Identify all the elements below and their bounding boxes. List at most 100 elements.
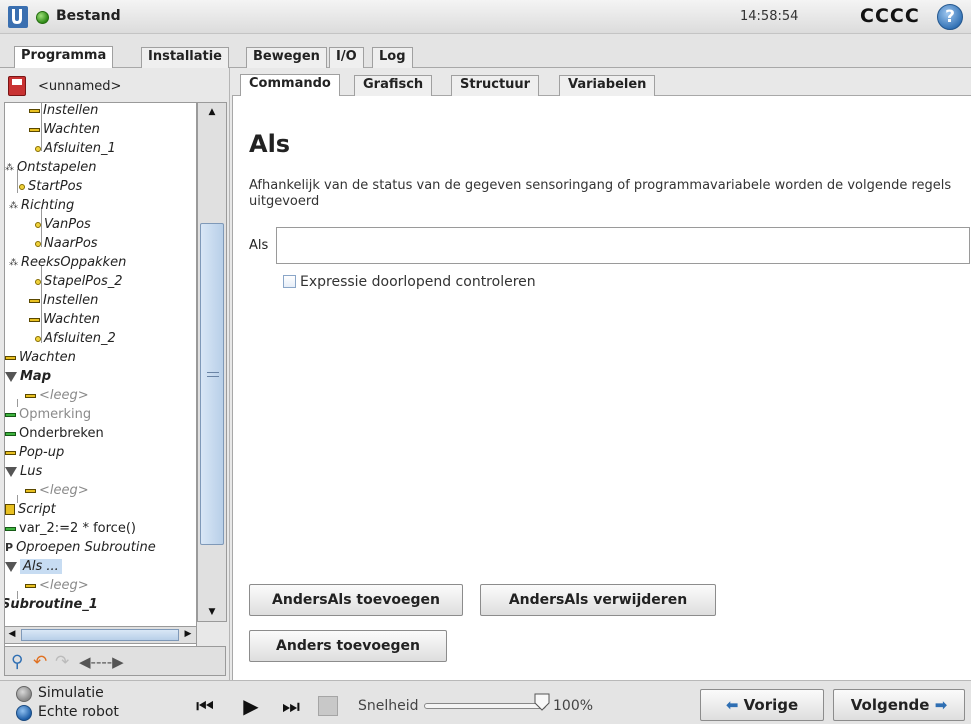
command-panel: Commando Grafisch Structuur Variabelen A… xyxy=(232,68,971,680)
rewind-icon[interactable]: ⏮ xyxy=(190,693,220,719)
clock: 14:58:54 xyxy=(740,9,799,24)
tab-variabelen[interactable]: Variabelen xyxy=(559,75,656,96)
set-node-icon xyxy=(29,108,40,113)
footer-bar: Simulatie Echte robot ⏮ ▶ ⏭ Snelheid 100… xyxy=(0,680,971,724)
tab-programma[interactable]: Programma xyxy=(14,46,114,68)
help-icon[interactable]: ? xyxy=(937,4,963,30)
continuous-check-row[interactable]: Expressie doorlopend controleren xyxy=(283,274,536,290)
tree-node[interactable]: Instellen xyxy=(29,103,98,122)
tree-node[interactable]: Subroutine_1 xyxy=(5,597,98,616)
step-icon[interactable]: ⏭ xyxy=(276,693,306,719)
tab-log[interactable]: Log xyxy=(372,47,413,68)
tree-node[interactable]: Pop-up xyxy=(5,445,64,464)
tree-node[interactable]: Als ... xyxy=(5,559,62,578)
waypoint-icon xyxy=(19,183,25,190)
if-expression-field[interactable] xyxy=(276,227,970,264)
scroll-down-arrow-icon[interactable]: ▼ xyxy=(198,603,226,621)
tab-io[interactable]: I/O xyxy=(329,47,364,68)
remove-elseif-button[interactable]: AndersAls verwijderen xyxy=(480,584,716,616)
wait-node-icon xyxy=(29,127,40,132)
command-content: Als Afhankelijk van de status van de geg… xyxy=(232,96,971,680)
move-node-icon[interactable]: ◀----▶ xyxy=(79,652,124,672)
tree-node[interactable]: <leeg> xyxy=(25,483,89,502)
scroll-left-arrow-icon[interactable]: ◀ xyxy=(5,625,19,643)
search-icon[interactable]: ⚲ xyxy=(11,652,23,672)
tree-node[interactable]: Wachten xyxy=(29,312,100,331)
tab-installatie[interactable]: Installatie xyxy=(141,47,229,68)
tree-node[interactable]: StapelPos_2 xyxy=(35,274,123,293)
save-file-icon[interactable] xyxy=(8,76,26,96)
waypoint-icon xyxy=(35,221,41,228)
speed-value: 100% xyxy=(553,698,594,714)
next-button[interactable]: Volgende ➡ xyxy=(833,689,965,721)
empty-node-icon xyxy=(25,488,36,493)
tree-node[interactable]: ⁂ ReeksOppakken xyxy=(9,255,126,274)
continuous-check-label: Expressie doorlopend controleren xyxy=(300,274,536,290)
tree-node[interactable]: Wachten xyxy=(29,122,100,141)
tree-node[interactable]: Instellen xyxy=(29,293,98,312)
redo-icon[interactable]: ↷ xyxy=(55,652,69,672)
tree-node[interactable]: Afsluiten_2 xyxy=(35,331,116,350)
program-filename: <unnamed> xyxy=(38,79,122,94)
pallet-group-icon: ⁂ xyxy=(5,162,14,173)
file-menu[interactable]: Bestand xyxy=(56,8,121,24)
tree-node[interactable]: VanPos xyxy=(35,217,91,236)
if-label: Als xyxy=(249,238,269,253)
tab-commando[interactable]: Commando xyxy=(240,74,340,96)
tree-node[interactable]: ⁂ Ontstapelen xyxy=(5,160,97,179)
call-subroutine-icon: P xyxy=(5,541,14,554)
tree-node[interactable]: var_2:=2 * force() xyxy=(5,521,136,540)
add-elseif-button[interactable]: AndersAls toevoegen xyxy=(249,584,463,616)
page-title: Als xyxy=(249,130,291,158)
scroll-thumb[interactable] xyxy=(21,629,179,641)
simulation-radio[interactable] xyxy=(16,686,32,702)
folder-expanded-icon xyxy=(5,371,17,382)
scroll-up-arrow-icon[interactable]: ▲ xyxy=(198,103,226,121)
stop-icon[interactable] xyxy=(318,696,338,716)
tree-node[interactable]: Script xyxy=(5,502,56,521)
assignment-node-icon xyxy=(5,526,16,531)
tree-toolbar: ⚲ ↶ ↷ ◀----▶ xyxy=(4,646,226,676)
scroll-grip-icon xyxy=(207,372,219,377)
tree-node[interactable]: Lus xyxy=(5,464,42,483)
real-robot-label: Echte robot xyxy=(38,704,119,720)
tree-node-selected: Als ... xyxy=(20,559,62,574)
tab-bewegen[interactable]: Bewegen xyxy=(246,47,327,68)
play-icon[interactable]: ▶ xyxy=(236,693,266,719)
waypoint-icon xyxy=(35,240,41,247)
speed-slider[interactable] xyxy=(424,703,546,709)
tree-node[interactable]: <leeg> xyxy=(25,388,89,407)
scroll-thumb[interactable] xyxy=(200,223,224,545)
direction-group-icon: ⁂ xyxy=(9,200,18,211)
speed-slider-knob-icon[interactable] xyxy=(534,693,550,711)
sequence-group-icon: ⁂ xyxy=(9,257,18,268)
previous-button[interactable]: ⬅ Vorige xyxy=(700,689,824,721)
tree-node[interactable]: ⁂ Richting xyxy=(9,198,74,217)
tree-node[interactable]: <leeg> xyxy=(25,578,89,597)
tree-node[interactable]: Afsluiten_1 xyxy=(35,141,116,160)
tree-node[interactable]: NaarPos xyxy=(35,236,98,255)
tab-grafisch[interactable]: Grafisch xyxy=(354,75,433,96)
tab-structuur[interactable]: Structuur xyxy=(451,75,540,96)
tree-node[interactable]: Onderbreken xyxy=(5,426,104,445)
sub-tab-bar: Commando Grafisch Structuur Variabelen xyxy=(232,72,971,96)
tree-node[interactable]: Map xyxy=(5,369,51,388)
if-expanded-icon xyxy=(5,561,17,572)
continuous-check-checkbox[interactable] xyxy=(283,275,296,288)
wait-node-icon xyxy=(5,355,16,360)
program-tree[interactable]: Instellen Wachten Afsluiten_1 ⁂ Ontstapel… xyxy=(4,102,197,656)
tree-node[interactable]: P Oproepen Subroutine xyxy=(5,540,156,559)
tree-node[interactable]: StartPos xyxy=(19,179,82,198)
tree-node[interactable]: Opmerking xyxy=(5,407,91,426)
tree-vertical-scrollbar[interactable]: ▲ ▼ xyxy=(197,102,227,622)
scroll-right-arrow-icon[interactable]: ▶ xyxy=(181,625,195,643)
real-robot-radio[interactable] xyxy=(16,705,32,721)
loop-expanded-icon xyxy=(5,466,17,477)
undo-icon[interactable]: ↶ xyxy=(33,652,47,672)
waypoint-icon xyxy=(35,335,41,342)
tree-horizontal-scrollbar[interactable]: ◀ ▶ xyxy=(4,626,197,644)
tree-node[interactable]: Wachten xyxy=(5,350,76,369)
program-tree-panel: <unnamed> Instellen Wachten Afsluiten_1 … xyxy=(0,68,230,680)
set-node-icon xyxy=(29,298,40,303)
add-else-button[interactable]: Anders toevoegen xyxy=(249,630,447,662)
